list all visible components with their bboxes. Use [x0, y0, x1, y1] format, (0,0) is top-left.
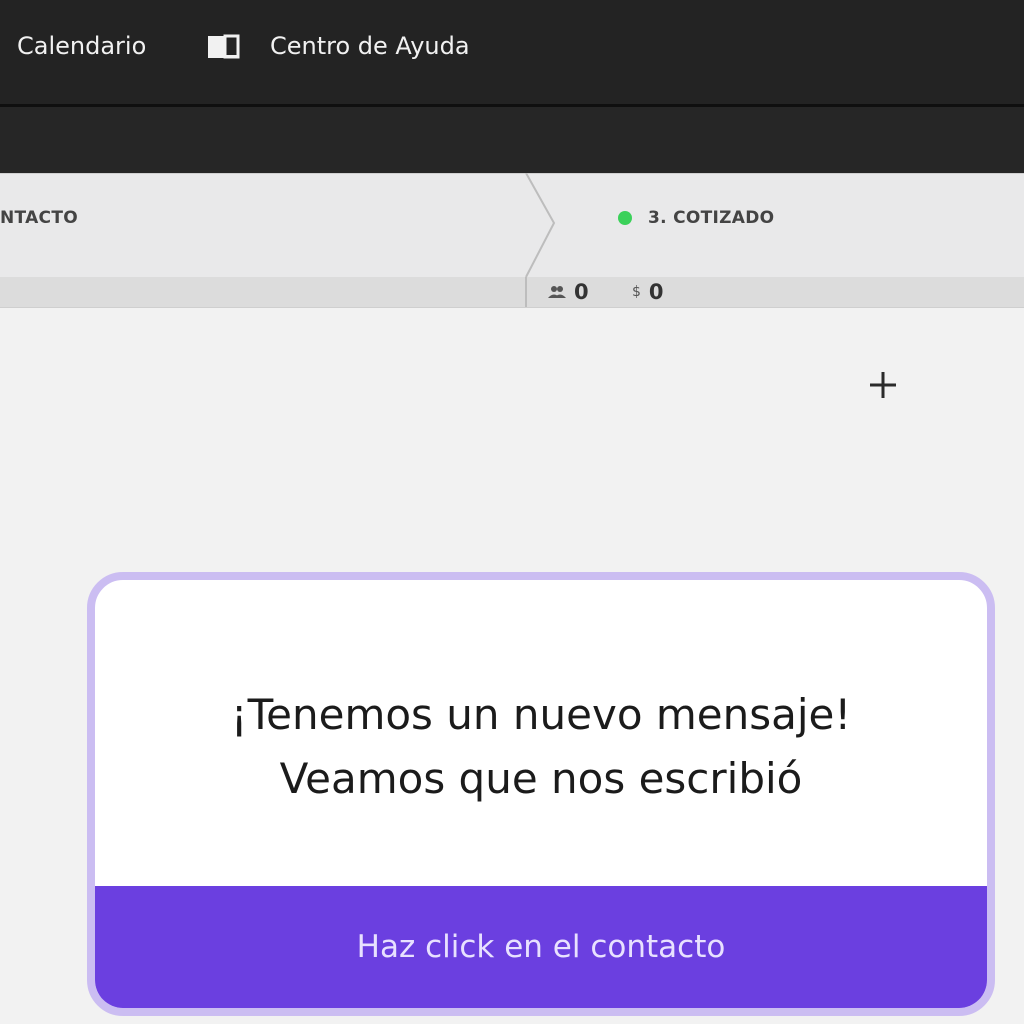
tooltip-action-button[interactable]: Haz click en el contacto [95, 886, 987, 1008]
onboarding-tooltip-card: ¡Tenemos un nuevo mensaje! Veamos que no… [87, 572, 995, 1016]
stage-label-quoted[interactable]: 3. COTIZADO [648, 208, 774, 228]
add-button[interactable] [866, 368, 900, 402]
pipeline-stages-header [0, 173, 1024, 278]
secondary-toolbar [0, 107, 1024, 173]
nav-calendar-label: Calendario [17, 32, 147, 60]
nav-calendar-link[interactable]: Calendario [17, 28, 146, 64]
stage-status-dot [618, 211, 632, 225]
people-icon [548, 286, 566, 298]
tooltip-message-line1: ¡Tenemos un nuevo mensaje! [230, 690, 852, 739]
book-icon [208, 34, 240, 59]
amount-stat: $ 0 [632, 280, 664, 304]
stage-label-contact[interactable]: NTACTO [0, 208, 78, 228]
contacts-count-value: 0 [574, 280, 589, 304]
contacts-count-stat: 0 [548, 280, 589, 304]
pipeline-stats-bar [0, 277, 1024, 308]
tooltip-action-label: Haz click en el contacto [356, 929, 726, 965]
dollar-icon: $ [632, 284, 641, 300]
nav-help-center-link[interactable]: Centro de Ayuda [206, 28, 470, 64]
nav-help-center-label: Centro de Ayuda [270, 32, 470, 60]
plus-icon [870, 372, 896, 398]
tooltip-message-line2: Veamos que nos escribió [279, 754, 803, 803]
top-navigation-bar: Calendario Centro de Ayuda [0, 0, 1024, 104]
amount-value: 0 [648, 280, 664, 304]
tooltip-message: ¡Tenemos un nuevo mensaje! Veamos que no… [95, 580, 987, 886]
